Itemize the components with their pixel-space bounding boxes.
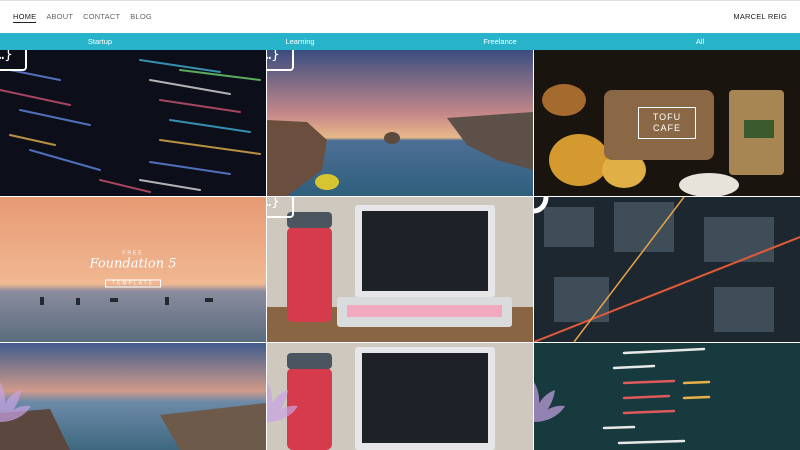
code-window-icon: {…} (267, 197, 294, 218)
tofu-cafe-logo: TOFU CAFE (638, 107, 696, 139)
logo-ribbon: TEMPLATE (104, 279, 162, 287)
lotus-icon (267, 381, 298, 422)
lotus-icon (534, 381, 565, 422)
laptop-desk-image (267, 343, 533, 450)
city-aerial-image (534, 197, 800, 342)
filter-learning[interactable]: Learning (285, 37, 314, 46)
portfolio-tile-foundation[interactable]: FREE Foundation 5 TEMPLATE (0, 197, 266, 342)
css-code-image (534, 343, 800, 450)
top-bar: HOME ABOUT CONTACT BLOG MARCEL REIG (0, 0, 800, 33)
svg-text:{…}: {…} (267, 197, 280, 210)
foundation-logo: FREE Foundation 5 TEMPLATE (78, 250, 188, 289)
filter-freelance[interactable]: Freelance (483, 37, 516, 46)
filter-all[interactable]: All (696, 37, 704, 46)
svg-text:{…}: {…} (267, 50, 280, 63)
portfolio-tile-laptop[interactable]: {…} (267, 197, 533, 342)
coast-dusk-image (0, 343, 266, 450)
coast-sunset-image (267, 50, 533, 196)
portfolio-tile-coast-sunset[interactable]: {…} (267, 50, 533, 196)
code-window-icon: {…} (0, 50, 27, 71)
code-screen-image (0, 50, 266, 196)
portfolio-tile-tofu-cafe[interactable]: TOFU CAFE (534, 50, 800, 196)
filter-startup[interactable]: Startup (88, 37, 112, 46)
main-nav: HOME ABOUT CONTACT BLOG (13, 12, 152, 23)
svg-text:{…}: {…} (0, 50, 13, 63)
nav-home[interactable]: HOME (13, 12, 37, 23)
logo-line-2: CAFE (652, 123, 681, 133)
code-window-icon: {…} (267, 50, 294, 71)
portfolio-grid: {…} {…} (0, 50, 800, 450)
filter-bar: Startup Learning Freelance All (0, 33, 800, 50)
nav-blog[interactable]: BLOG (130, 12, 152, 23)
logo-line-1: TOFU (652, 112, 682, 122)
portfolio-tile-coast-lotus[interactable] (0, 343, 266, 450)
logo-title: Foundation 5 (89, 256, 177, 271)
portfolio-tile-laptop-lotus[interactable] (267, 343, 533, 450)
nav-contact[interactable]: CONTACT (83, 12, 120, 23)
lotus-icon (0, 381, 31, 422)
laptop-desk-image (267, 197, 533, 342)
ring-logo-icon (534, 197, 549, 214)
nav-about[interactable]: ABOUT (46, 12, 73, 23)
portfolio-tile-code-screen[interactable]: {…} (0, 50, 266, 196)
site-brand[interactable]: MARCEL REIG (733, 12, 787, 21)
portfolio-tile-css-lotus[interactable] (534, 343, 800, 450)
portfolio-tile-city[interactable] (534, 197, 800, 342)
